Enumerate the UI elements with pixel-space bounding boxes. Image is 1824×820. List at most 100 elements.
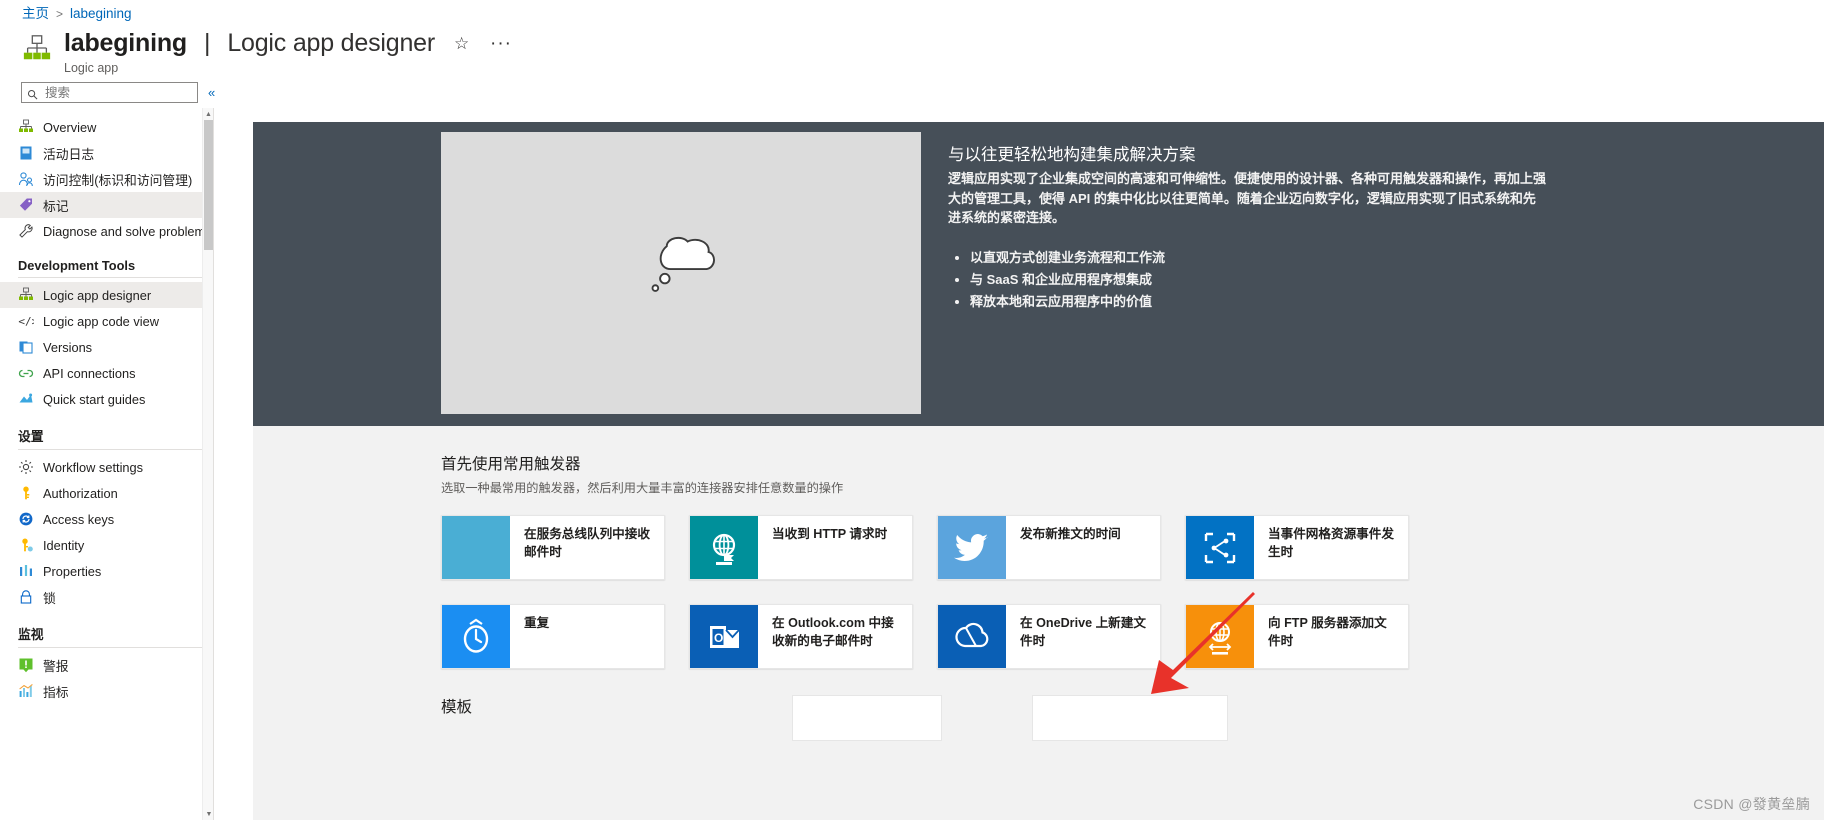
sidebar-item-api-connections[interactable]: API connections xyxy=(0,360,213,386)
template-card[interactable] xyxy=(1032,695,1229,741)
sidebar-item-label: 锁 xyxy=(43,590,56,606)
quick-start-icon xyxy=(18,391,34,407)
page-title-resource: labegining xyxy=(64,29,188,57)
logic-app-icon xyxy=(18,119,34,135)
sidebar-item-quick-start-guides[interactable]: Quick start guides xyxy=(0,386,213,412)
trigger-tile[interactable]: 当收到 HTTP 请求时 xyxy=(689,515,913,580)
sidebar-item-label: Logic app designer xyxy=(43,287,152,303)
breadcrumb-home[interactable]: 主页 xyxy=(22,5,49,23)
sidebar-item-[interactable]: 指标 xyxy=(0,678,213,704)
sidebar-item-logic-app-code-view[interactable]: </> Logic app code view xyxy=(0,308,213,334)
scroll-down-icon[interactable]: ▼ xyxy=(203,808,213,820)
sidebar-item-label: Properties xyxy=(43,563,102,579)
trigger-tile[interactable]: 向 FTP 服务器添加文件时 xyxy=(1185,604,1409,669)
trigger-tile[interactable]: 重复 xyxy=(441,604,665,669)
sidebar-item-[interactable]: 标记 xyxy=(0,192,213,218)
sidebar-scrollbar[interactable]: ▲ ▼ xyxy=(202,108,213,820)
trigger-tile[interactable]: O 在 Outlook.com 中接收新的电子邮件时 xyxy=(689,604,913,669)
sidebar-item-overview[interactable]: Overview xyxy=(0,114,213,140)
sidebar-item-diagnose-and-solve-problems[interactable]: Diagnose and solve problems xyxy=(0,218,213,244)
sidebar-item-[interactable]: 锁 xyxy=(0,584,213,610)
identity-icon xyxy=(18,537,34,553)
triggers-subheading: 选取一种最常用的触发器，然后利用大量丰富的连接器安排任意数量的操作 xyxy=(441,481,844,495)
sidebar-item-[interactable]: 活动日志 xyxy=(0,140,213,166)
sidebar-item-[interactable]: 访问控制(标识和访问管理) xyxy=(0,166,213,192)
sidebar-item-label: 标记 xyxy=(43,198,69,214)
trigger-tile[interactable]: 发布新推文的时间 xyxy=(937,515,1161,580)
common-triggers-section: 首先使用常用触发器 选取一种最常用的触发器，然后利用大量丰富的连接器安排任意数量… xyxy=(253,426,1824,669)
main-content: 与以往更轻松地构建集成解决方案 逻辑应用实现了企业集成空间的高速和可伸缩性。便捷… xyxy=(215,108,1824,820)
template-card[interactable] xyxy=(792,695,943,741)
sidebar-item-authorization[interactable]: Authorization xyxy=(0,480,213,506)
page-title-kind: Logic app designer xyxy=(227,29,435,57)
activity-log-icon xyxy=(18,145,34,161)
sidebar-item-[interactable]: 警报 xyxy=(0,652,213,678)
versions-icon xyxy=(18,339,34,355)
sidebar-item-label: API connections xyxy=(43,365,136,381)
sidebar-item-label: Workflow settings xyxy=(43,459,144,475)
metrics-icon xyxy=(18,683,34,699)
sidebar-divider xyxy=(18,277,203,278)
sidebar: Overview 活动日志访问控制(标识和访问管理) 标记 Diagnose and … xyxy=(0,108,214,820)
search-input[interactable] xyxy=(43,84,192,101)
watermark-text: CSDN @發黄垒腩 xyxy=(1693,796,1810,812)
sidebar-item-logic-app-designer[interactable]: Logic app designer xyxy=(0,282,213,308)
sidebar-item-label: Diagnose and solve problems xyxy=(43,223,212,239)
sidebar-group-header: 监视 xyxy=(18,627,44,642)
scroll-thumb[interactable] xyxy=(204,120,213,250)
sidebar-item-label: Versions xyxy=(43,339,93,355)
trigger-tile[interactable]: 当事件网格资源事件发生时 xyxy=(1185,515,1409,580)
hero-bullet-item: 释放本地和云应用程序中的价值 xyxy=(970,291,1548,313)
favorite-star-icon[interactable]: ☆ xyxy=(452,35,471,52)
twitter-icon xyxy=(938,516,1006,579)
page-title-divider: | xyxy=(204,29,211,57)
sidebar-group-header: Development Tools xyxy=(18,258,136,273)
svg-text:O: O xyxy=(714,631,723,645)
intro-video-placeholder[interactable] xyxy=(441,132,921,414)
sidebar-item-properties[interactable]: Properties xyxy=(0,558,213,584)
sidebar-item-label: Quick start guides xyxy=(43,391,146,407)
event-grid-icon xyxy=(1186,516,1254,579)
wrench-icon xyxy=(18,223,34,239)
trigger-tile-label: 当收到 HTTP 请求时 xyxy=(772,527,888,541)
service-bus-icon xyxy=(442,516,510,579)
sidebar-item-label: 访问控制(标识和访问管理) xyxy=(43,172,193,188)
scroll-up-icon[interactable]: ▲ xyxy=(203,108,213,120)
sidebar-item-workflow-settings[interactable]: Workflow settings xyxy=(0,454,213,480)
logic-app-icon xyxy=(18,287,34,303)
alert-icon xyxy=(18,657,34,673)
sidebar-nav-list: Overview 活动日志访问控制(标识和访问管理) 标记 Diagnose and … xyxy=(0,108,213,704)
sidebar-item-label: Identity xyxy=(43,537,85,553)
page-subtitle: Logic app xyxy=(64,61,119,75)
sidebar-item-label: 活动日志 xyxy=(43,146,95,162)
hero-paragraph: 逻辑应用实现了企业集成空间的高速和可伸缩性。便捷使用的设计器、各种可用触发器和操… xyxy=(948,171,1547,225)
sidebar-item-identity[interactable]: Identity xyxy=(0,532,213,558)
search-box[interactable] xyxy=(21,82,198,103)
hero-heading: 与以往更轻松地构建集成解决方案 xyxy=(948,146,1196,164)
more-options-icon[interactable]: ··· xyxy=(488,34,514,53)
collapse-sidebar-icon[interactable]: « xyxy=(208,86,215,99)
trigger-tile[interactable]: 在 OneDrive 上新建文件时 xyxy=(937,604,1161,669)
thought-bubble-icon xyxy=(638,233,724,314)
tag-icon xyxy=(18,197,34,213)
onedrive-icon xyxy=(938,605,1006,668)
sidebar-item-versions[interactable]: Versions xyxy=(0,334,213,360)
hero-banner: 与以往更轻松地构建集成解决方案 逻辑应用实现了企业集成空间的高速和可伸缩性。便捷… xyxy=(253,122,1824,426)
trigger-tile-label: 发布新推文的时间 xyxy=(1020,527,1121,541)
key-icon xyxy=(18,485,34,501)
azure-portal-page: 主页 > labegining labegining | Logic app d… xyxy=(0,0,1824,820)
sidebar-item-label: 警报 xyxy=(43,658,69,674)
trigger-tile[interactable]: 在服务总线队列中接收邮件时 xyxy=(441,515,665,580)
access-control-icon xyxy=(18,171,34,187)
search-icon xyxy=(27,87,38,100)
sidebar-search-area: « xyxy=(21,82,215,103)
sidebar-divider xyxy=(18,647,203,648)
breadcrumb-separator-icon: > xyxy=(56,7,64,21)
sidebar-item-access-keys[interactable]: Access keys xyxy=(0,506,213,532)
svg-text:</>: </> xyxy=(18,315,34,328)
breadcrumb-current[interactable]: labegining xyxy=(70,5,132,23)
trigger-tile-label: 重复 xyxy=(524,616,550,630)
logic-app-designer-canvas: 与以往更轻松地构建集成解决方案 逻辑应用实现了企业集成空间的高速和可伸缩性。便捷… xyxy=(253,122,1824,820)
http-request-icon xyxy=(690,516,758,579)
hero-bullet-item: 以直观方式创建业务流程和工作流 xyxy=(970,247,1548,269)
